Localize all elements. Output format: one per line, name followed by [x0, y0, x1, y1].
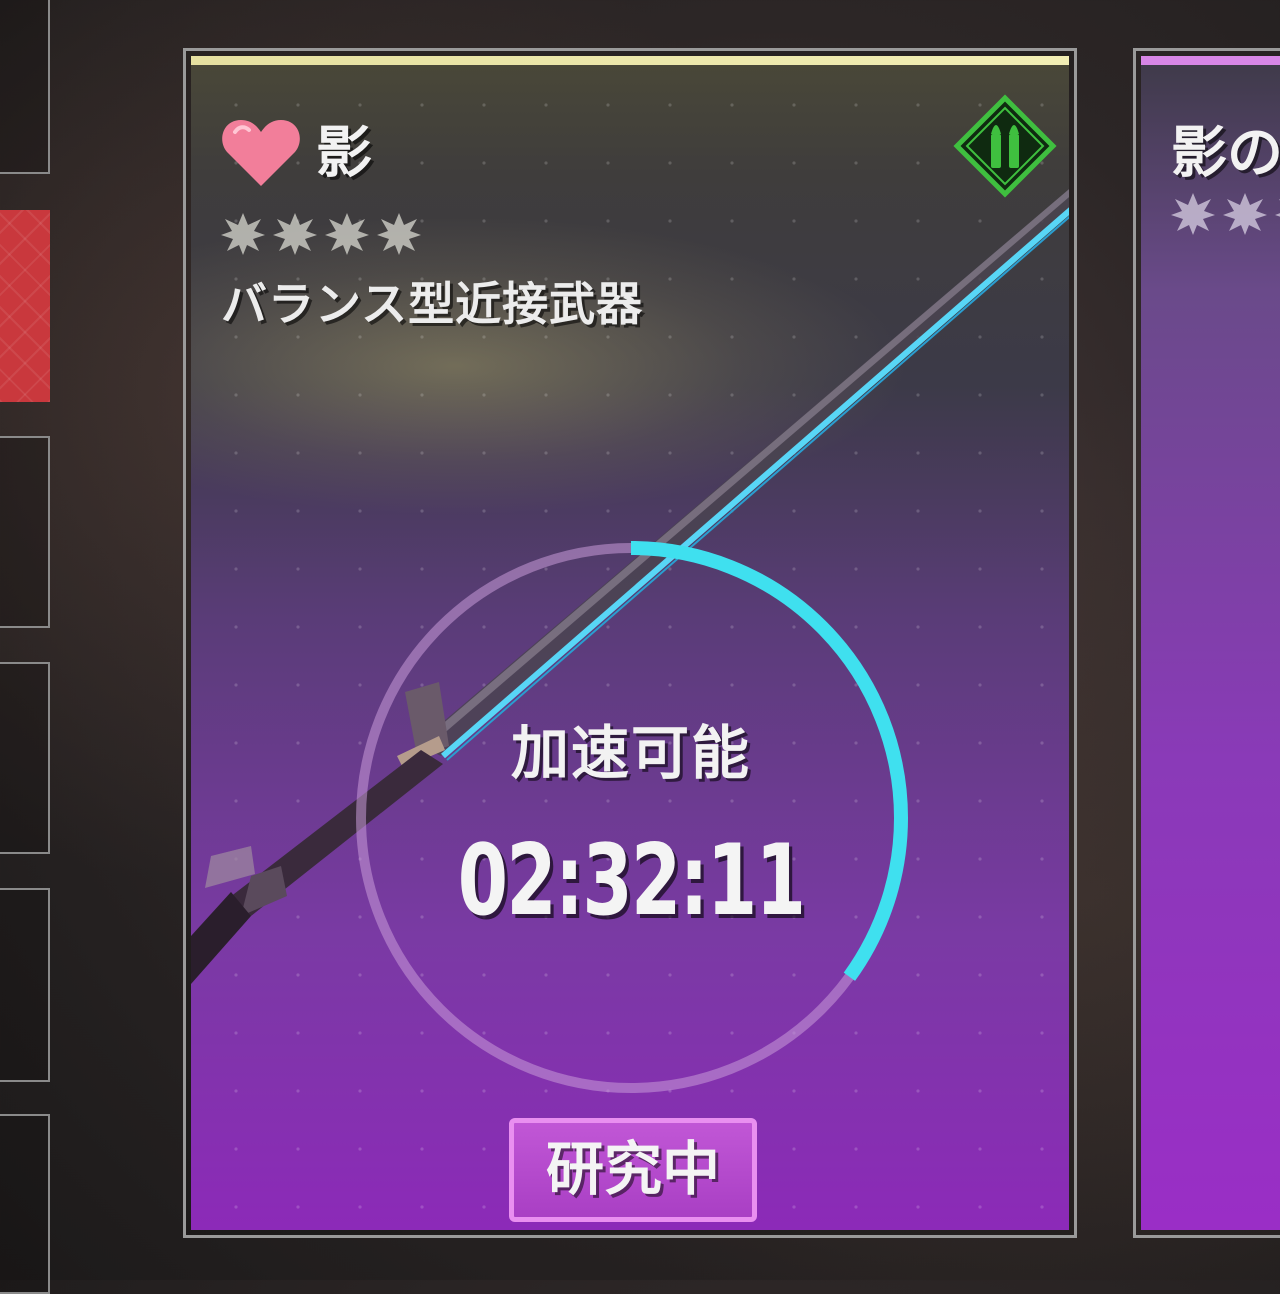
side-tab-1[interactable]: [0, 0, 50, 174]
star-icon: [221, 213, 265, 255]
next-weapon-card[interactable]: 影の: [1133, 48, 1280, 1238]
star-icon: [273, 213, 317, 255]
star-icon: [325, 213, 369, 255]
star-icon: [1171, 193, 1215, 235]
next-rarity-stars: [1171, 193, 1280, 235]
side-tab-3[interactable]: [0, 436, 50, 628]
next-weapon-card-body: 影の: [1141, 56, 1280, 1230]
star-icon: [1275, 199, 1280, 217]
accelerate-available-label: 加速可能: [510, 719, 751, 787]
next-card-rarity-bar: [1141, 56, 1280, 65]
research-timer: 02:32:11: [457, 824, 806, 938]
weapon-name: 影: [316, 121, 372, 186]
rarity-stars: [221, 213, 421, 255]
side-tab-5[interactable]: [0, 888, 50, 1082]
bullets-icon: [953, 94, 1057, 198]
side-tab-6[interactable]: [0, 1114, 50, 1294]
research-progress-ring: [354, 541, 908, 1095]
star-icon: [377, 213, 421, 255]
weapon-type: バランス型近接武器: [221, 277, 644, 331]
star-icon: [1223, 193, 1267, 235]
weapon-card-body: 影 バランス型近接武器 加速可能 02:32:11 研究中: [191, 56, 1069, 1230]
side-tab-4[interactable]: [0, 662, 50, 854]
weapon-card[interactable]: 影 バランス型近接武器 加速可能 02:32:11 研究中: [183, 48, 1077, 1238]
researching-button[interactable]: 研究中: [509, 1118, 757, 1222]
favorite-heart-icon[interactable]: [221, 116, 301, 188]
next-weapon-name: 影の: [1171, 121, 1280, 186]
side-tab-active[interactable]: [0, 210, 50, 402]
